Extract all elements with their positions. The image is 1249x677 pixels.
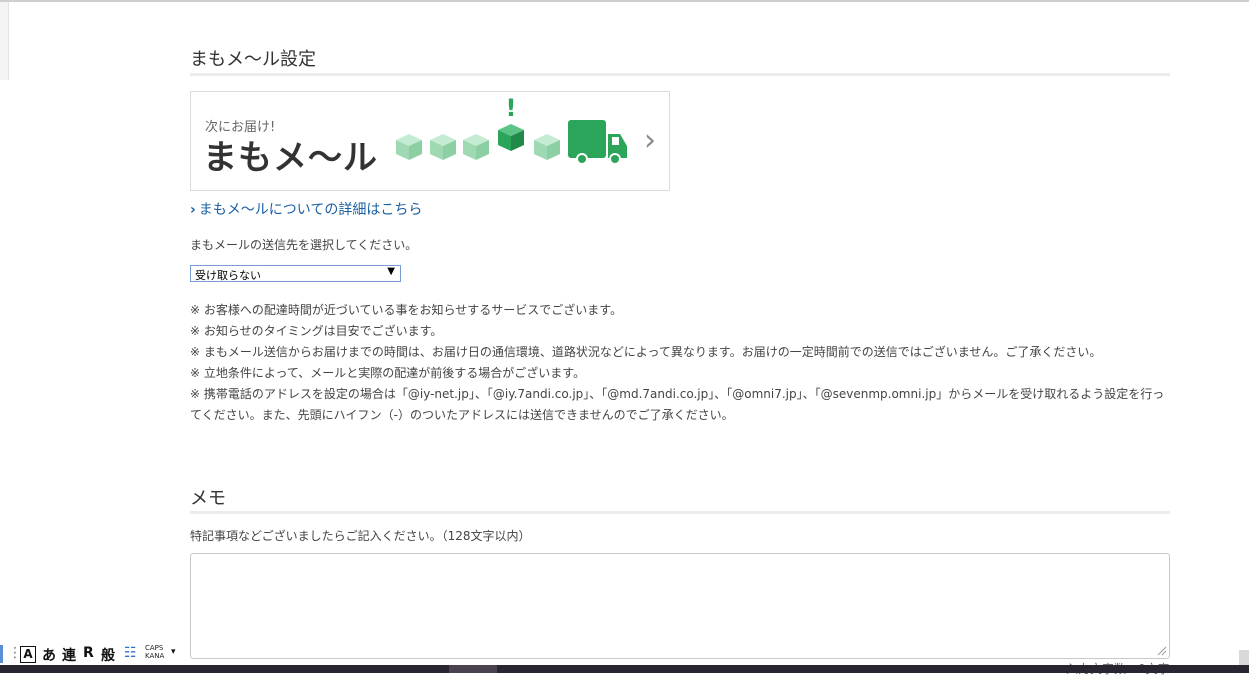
detail-link-label: まもメ〜ルについての詳細はこちら (198, 202, 423, 218)
kana-label: KANA (145, 652, 165, 660)
ime-conversion-button[interactable]: 連 (62, 645, 76, 665)
destination-select-value: 受け取らない (195, 269, 261, 282)
box-icon (396, 134, 422, 160)
destination-select[interactable]: 受け取らない ▼ (190, 265, 401, 282)
box-icon (430, 134, 456, 160)
mamomail-banner[interactable]: 次にお届け! まもメ〜ル ! › (190, 91, 670, 191)
taskbar-active-segment (449, 665, 497, 673)
ime-pad-icon[interactable]: ☷ (124, 645, 137, 661)
section-divider (190, 73, 1170, 76)
note-item: ※ まもメール送信からお届けまでの時間は、お届け日の通信環境、道路状況などによっ… (190, 345, 1102, 359)
dropdown-arrow-icon: ▼ (387, 266, 395, 277)
caps-label: CAPS (145, 644, 164, 652)
section-divider (190, 511, 1170, 514)
mamomail-detail-link[interactable]: › まもメ〜ルについての詳細はこちら (190, 199, 422, 219)
chevron-right-icon: › (190, 202, 196, 218)
scrollbar-corner (1239, 650, 1249, 665)
toolbar-handle[interactable] (0, 645, 3, 663)
next-box-icon (498, 124, 524, 151)
resize-grip-icon[interactable] (1157, 646, 1167, 656)
note-item: ※ お知らせのタイミングは目安でございます。 (190, 324, 443, 338)
exclaim-mark: ! (506, 94, 517, 122)
ime-dictionary-button[interactable]: 般 (101, 645, 115, 665)
window-top-border (0, 0, 1249, 2)
ime-romaji-button[interactable]: R (83, 645, 94, 661)
left-panel-edge (0, 2, 9, 80)
memo-label: 特記事項などございましたらご記入ください。（128文字以内） (190, 529, 531, 543)
toolbar-options-icon[interactable]: ▾ (171, 647, 176, 657)
mamomail-section-title: まもメ〜ル設定 (190, 49, 316, 70)
memo-textarea[interactable] (190, 553, 1170, 659)
note-item: ※ お客様への配達時間が近づいている事をお知らせするサービスでございます。 (190, 303, 623, 317)
memo-section-title: メモ (190, 488, 226, 509)
caps-kana-indicator: CAPS KANA (145, 644, 164, 660)
destination-select-label: まもメールの送信先を選択してください。 (190, 238, 418, 252)
notes-list: ※ お客様への配達時間が近づいている事をお知らせするサービスでございます。 ※ … (190, 300, 1170, 426)
box-icon (534, 134, 560, 160)
taskbar-edge (0, 665, 1249, 673)
chevron-right-icon: › (644, 123, 656, 158)
truck-icon (568, 120, 627, 165)
ime-mode-icon[interactable]: A (20, 646, 36, 663)
note-item: ※ 携帯電話のアドレスを設定の場合は「@iy-net.jp」、「@iy.7and… (190, 387, 1165, 422)
note-item: ※ 立地条件によって、メールと実際の配達が前後する場合がございます。 (190, 366, 586, 380)
ime-toolbar: ⋮ A あ 連 R 般 ☷ CAPS KANA ▾ (0, 642, 185, 666)
ime-hiragana-button[interactable]: あ (42, 645, 56, 665)
banner-title: まもメ〜ル (203, 138, 378, 178)
delivery-truck-illustration: ! › (396, 94, 656, 165)
box-icon (463, 134, 489, 160)
